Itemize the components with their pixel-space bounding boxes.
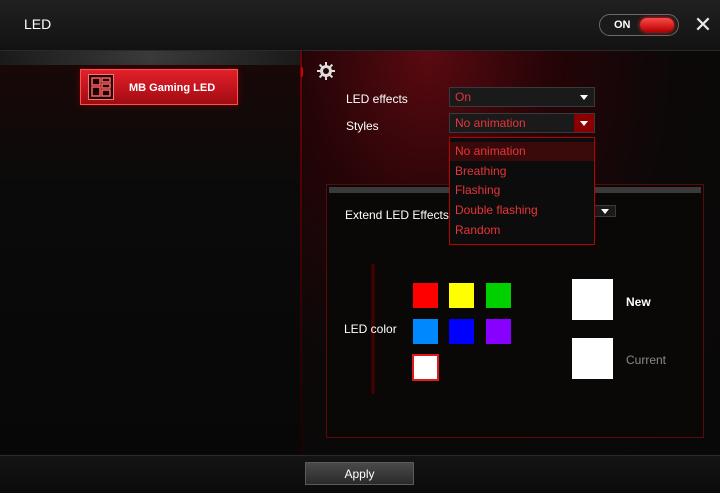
color-swatch-light-blue[interactable] (413, 319, 438, 344)
title-bar: LED ON ✕ (0, 0, 720, 51)
extend-led-effects-label: Extend LED Effects (345, 208, 449, 222)
motherboard-icon (88, 74, 114, 100)
styles-option[interactable]: Random (450, 221, 594, 240)
chevron-down-icon (580, 121, 588, 126)
panel-divider (300, 51, 302, 454)
color-swatch-yellow[interactable] (449, 283, 474, 308)
close-icon[interactable]: ✕ (692, 14, 714, 36)
color-swatch-purple[interactable] (486, 319, 511, 344)
apply-button-label: Apply (344, 467, 375, 481)
styles-option[interactable]: Double flashing (450, 201, 594, 220)
power-toggle[interactable]: ON (599, 14, 679, 36)
led-effects-select[interactable]: On (449, 87, 595, 107)
new-color-preview (572, 279, 613, 320)
color-swatch-red[interactable] (413, 283, 438, 308)
styles-option[interactable]: Flashing (450, 181, 594, 200)
current-color-label: Current (626, 353, 667, 367)
device-sidebar: MB Gaming LED (0, 51, 300, 454)
apply-button[interactable]: Apply (305, 462, 414, 485)
new-color-label: New (626, 295, 651, 309)
styles-label: Styles (346, 119, 379, 133)
color-swatch-green[interactable] (486, 283, 511, 308)
device-tab-label: MB Gaming LED (129, 82, 216, 94)
power-toggle-label: ON (614, 19, 631, 31)
power-toggle-knob (640, 18, 674, 32)
styles-option[interactable]: No animation (450, 142, 594, 161)
led-effects-value: On (455, 90, 472, 104)
gear-icon[interactable] (317, 62, 335, 80)
led-window: LED ON ✕ MB Gaming LED LED effects On St… (0, 0, 720, 493)
chevron-down-icon (601, 209, 609, 214)
color-swatch-blue[interactable] (449, 319, 474, 344)
led-effects-label: LED effects (346, 92, 408, 106)
styles-value: No animation (455, 116, 526, 130)
current-color-preview (572, 338, 613, 379)
styles-dropdown-button[interactable] (574, 114, 594, 132)
sidebar-header-stripe (0, 51, 300, 65)
styles-dropdown-list: No animation Breathing Flashing Double f… (449, 137, 595, 245)
led-color-label: LED color (344, 322, 397, 336)
styles-option[interactable]: Breathing (450, 162, 594, 181)
device-tab-mb-gaming-led[interactable]: MB Gaming LED (80, 69, 238, 105)
extend-effects-select[interactable] (592, 205, 616, 217)
styles-select[interactable]: No animation (449, 113, 595, 133)
color-swatch-white-selected[interactable] (412, 354, 439, 381)
chevron-down-icon (580, 95, 588, 100)
window-title: LED (24, 16, 52, 32)
